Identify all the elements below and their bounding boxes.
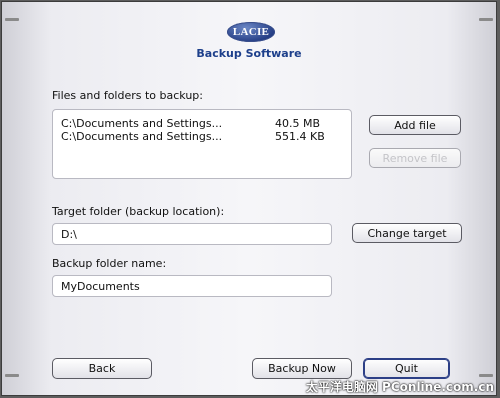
corner-mark-bottom-right [479,374,493,377]
site-watermark: 太平洋电脑网 PConline.com.cn [305,380,494,394]
backup-folder-name-field[interactable]: MyDocuments [52,275,332,297]
backup-name-label: Backup folder name: [52,257,167,270]
change-target-button[interactable]: Change target [352,223,462,243]
target-label: Target folder (backup location): [52,205,225,218]
backup-window: LACIE Backup Software Files and folders … [1,1,497,396]
backup-now-button[interactable]: Backup Now [252,358,352,379]
app-title: Backup Software [196,47,302,60]
file-name: C:\Documents and Settings... [61,130,223,143]
file-size: 40.5 MB [275,117,321,130]
logo-text: LACIE [232,26,270,38]
remove-file-button[interactable]: Remove file [369,148,461,168]
lacie-logo: LACIE [227,22,275,42]
target-folder-field[interactable]: D:\ [52,223,332,245]
corner-mark-bottom-left [5,374,19,377]
file-size: 551.4 KB [275,130,325,143]
corner-mark-top-left [5,18,19,21]
add-file-button[interactable]: Add file [369,115,461,135]
quit-button[interactable]: Quit [363,358,450,379]
file-row[interactable]: C:\Documents and Settings... 551.4 KB [61,130,351,143]
file-list[interactable]: C:\Documents and Settings... 40.5 MB C:\… [52,109,352,179]
corner-mark-top-right [479,18,493,21]
file-name: C:\Documents and Settings... [61,117,223,130]
back-button[interactable]: Back [52,358,152,379]
file-row[interactable]: C:\Documents and Settings... 40.5 MB [61,117,351,130]
files-label: Files and folders to backup: [52,89,203,102]
